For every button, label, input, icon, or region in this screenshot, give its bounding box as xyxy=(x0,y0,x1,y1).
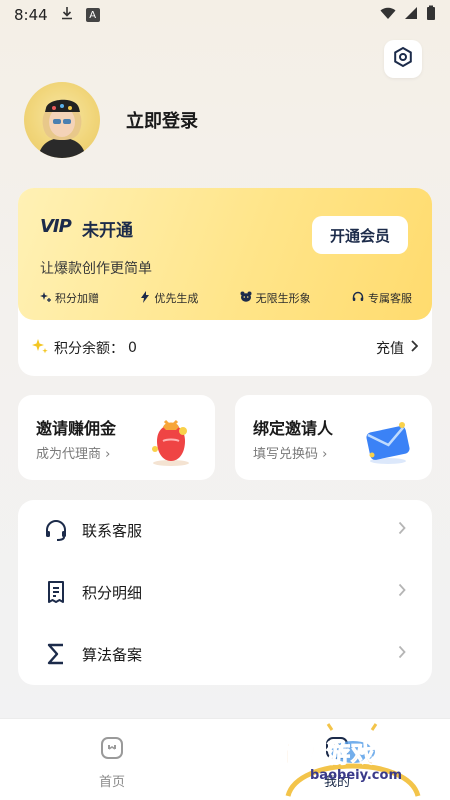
battery-icon xyxy=(426,5,436,25)
chevron-right-icon xyxy=(398,521,406,539)
headset-icon xyxy=(44,518,68,542)
perk-label: 专属客服 xyxy=(367,292,412,305)
envelope-icon xyxy=(362,411,414,467)
recharge-label: 充值 xyxy=(376,341,404,357)
menu-item-label: 积分明细 xyxy=(82,583,143,602)
avatar[interactable] xyxy=(24,82,100,158)
vip-section: VIP 未开通 开通会员 让爆款创作更简单 积分加赠 优先生成 无限生形象 专属… xyxy=(18,188,432,376)
perk-label: 无限生形象 xyxy=(255,292,311,305)
money-bag-icon xyxy=(145,411,197,467)
chevron-right-icon xyxy=(398,645,406,663)
menu-item-contact-support[interactable]: 联系客服 xyxy=(18,500,432,560)
perk-item: 积分加赠 xyxy=(40,290,99,306)
open-membership-button[interactable]: 开通会员 xyxy=(312,216,408,254)
profile-section[interactable]: 立即登录 xyxy=(24,82,198,158)
wifi-icon xyxy=(380,6,396,24)
menu-item-algorithm-filing[interactable]: 算法备案 xyxy=(18,624,432,684)
bind-title: 绑定邀请人 xyxy=(253,419,334,438)
login-label[interactable]: 立即登录 xyxy=(126,107,198,133)
sparkle-icon xyxy=(32,338,48,358)
sparkle-plus-icon xyxy=(40,291,51,305)
receipt-icon xyxy=(44,580,68,604)
vip-status: 未开通 xyxy=(82,221,133,241)
chevron-right-icon xyxy=(398,583,406,601)
settings-button[interactable] xyxy=(384,40,422,78)
menu-item-points-detail[interactable]: 积分明细 xyxy=(18,562,432,622)
perk-item: 无限生形象 xyxy=(240,290,311,306)
bind-subtitle: 填写兑换码 › xyxy=(253,447,328,462)
keyboard-a-icon: A xyxy=(85,8,100,22)
headset-icon xyxy=(352,291,364,306)
perk-label: 积分加赠 xyxy=(55,292,99,305)
sigma-icon xyxy=(44,642,68,666)
download-icon xyxy=(60,6,74,24)
nav-tab-mine[interactable]: 我的 xyxy=(287,735,387,790)
bind-inviter-card[interactable]: 绑定邀请人 填写兑换码 › xyxy=(235,395,432,480)
perk-item: 专属客服 xyxy=(352,290,412,306)
status-bar: 8:44 A xyxy=(0,0,450,30)
lightning-icon xyxy=(140,290,150,306)
vip-slogan: 让爆款创作更简单 xyxy=(40,261,152,277)
signal-icon xyxy=(404,6,418,24)
recharge-link[interactable]: 充值 xyxy=(376,338,419,358)
perk-item: 优先生成 xyxy=(140,290,198,306)
chevron-right-icon xyxy=(410,340,419,356)
nav-tab-home[interactable]: 首页 xyxy=(62,735,162,790)
invite-title: 邀请赚佣金 xyxy=(36,419,117,438)
nav-label-mine: 我的 xyxy=(323,775,350,790)
menu-list: 联系客服 积分明细 算法备案 xyxy=(18,500,432,685)
vip-card: VIP 未开通 开通会员 让爆款创作更简单 积分加赠 优先生成 无限生形象 专属… xyxy=(18,188,432,320)
vip-logo: VIP xyxy=(40,216,72,237)
invite-commission-card[interactable]: 邀请赚佣金 成为代理商 › xyxy=(18,395,215,480)
menu-item-label: 联系客服 xyxy=(82,521,143,540)
bear-face-icon xyxy=(240,291,252,305)
bottom-nav: 首页 我的 xyxy=(0,718,450,800)
hexagon-settings-icon xyxy=(392,46,414,72)
menu-item-label: 算法备案 xyxy=(82,645,143,664)
invite-subtitle: 成为代理商 › xyxy=(36,447,111,462)
profile-icon xyxy=(324,735,350,765)
perk-label: 优先生成 xyxy=(154,292,199,305)
nav-label-home: 首页 xyxy=(98,775,125,790)
status-time: 8:44 xyxy=(14,6,48,24)
points-value: 0 xyxy=(128,340,137,356)
points-label: 积分余额： xyxy=(54,341,124,357)
vip-perks: 积分加赠 优先生成 无限生形象 专属客服 xyxy=(40,290,412,306)
home-icon xyxy=(99,735,125,765)
points-balance-row[interactable]: 积分余额： 0 充值 xyxy=(18,320,432,376)
